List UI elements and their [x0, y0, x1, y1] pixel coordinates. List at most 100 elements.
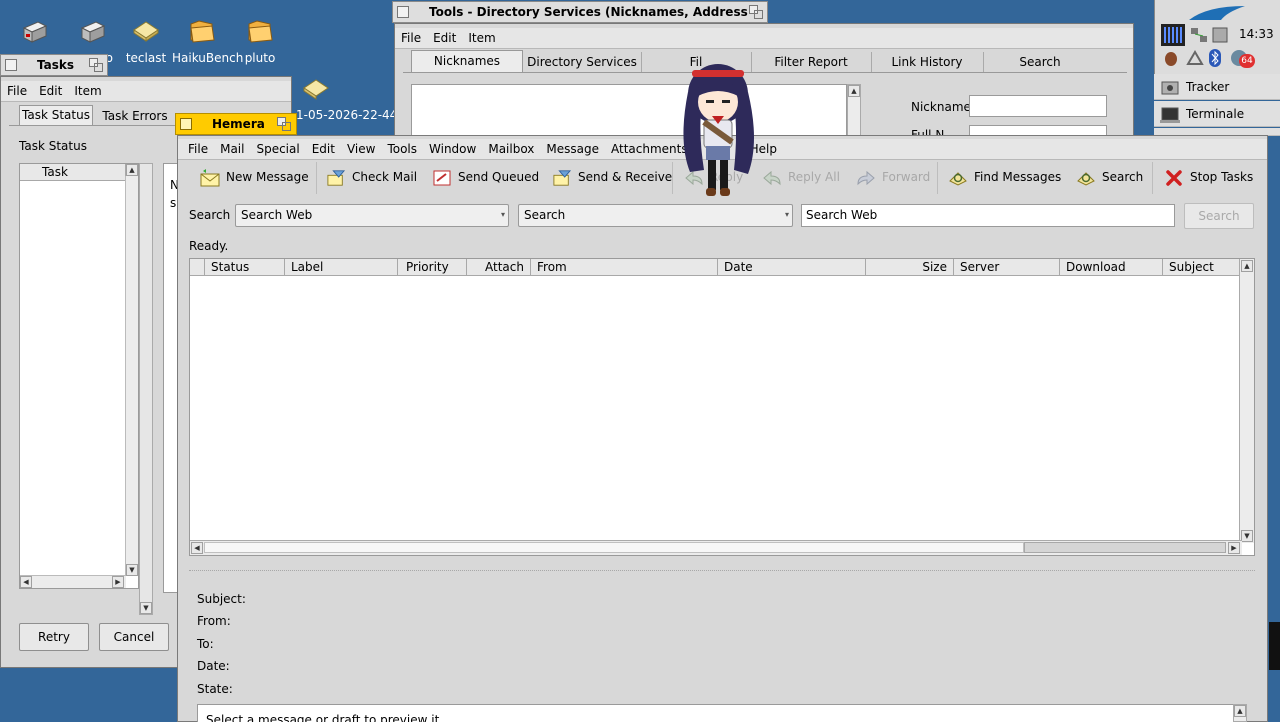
column-header-label[interactable]: Label	[285, 259, 398, 276]
menu-edit[interactable]: Edit	[33, 81, 68, 101]
scroll-down-icon[interactable]: ▼	[140, 602, 152, 614]
column-header-blank[interactable]	[190, 259, 205, 276]
desktop-icon-pluto[interactable]: pluto	[230, 18, 290, 65]
column-header-date[interactable]: Date	[718, 259, 866, 276]
menu-message[interactable]: Message	[540, 139, 605, 159]
retry-button[interactable]: Retry	[19, 623, 89, 651]
menu-mail[interactable]: Mail	[214, 139, 250, 159]
tab-task-errors[interactable]: Task Errors	[97, 107, 173, 125]
vertical-scrollbar[interactable]	[125, 176, 138, 576]
bug-icon[interactable]	[1161, 48, 1181, 68]
vertical-scrollbar[interactable]: ▼	[139, 163, 153, 615]
find-messages-button[interactable]: Find Messages	[948, 161, 1061, 193]
horizontal-scrollbar[interactable]	[20, 575, 126, 588]
mascot-replicant-icon[interactable]	[668, 52, 768, 212]
column-header-download[interactable]: Download	[1060, 259, 1163, 276]
preview-body[interactable]: Select a message or draft to preview it.	[197, 704, 1247, 722]
hemera-window-title-tab[interactable]: Hemera	[175, 113, 297, 135]
zoom-icon[interactable]	[277, 117, 291, 131]
wireless-icon[interactable]	[1185, 48, 1205, 68]
column-header-task[interactable]: Task	[20, 164, 126, 181]
scroll-right-icon[interactable]: ▶	[1228, 542, 1240, 554]
nickname-input[interactable]	[969, 95, 1107, 117]
send-queued-button[interactable]: Send Queued	[432, 161, 539, 193]
close-icon[interactable]	[397, 6, 409, 18]
menu-edit[interactable]: Edit	[427, 28, 462, 48]
column-header-attach[interactable]: Attach	[467, 259, 531, 276]
scrollbar-thumb[interactable]	[1024, 542, 1226, 553]
scroll-left-icon[interactable]: ◀	[20, 576, 32, 588]
close-icon[interactable]	[180, 118, 192, 130]
desktop-icon-disk[interactable]	[4, 18, 64, 51]
new-message-button[interactable]: New Message	[200, 161, 309, 193]
scroll-down-icon[interactable]: ▼	[126, 564, 138, 576]
desktop-icon-teclast[interactable]: teclast	[116, 18, 176, 65]
reply-all-button[interactable]: Reply All	[762, 161, 840, 193]
desktop-icon-screenshot[interactable]	[302, 76, 330, 105]
tab-task-status[interactable]: Task Status	[19, 105, 93, 125]
search-button[interactable]: Search	[1076, 161, 1143, 193]
horizontal-scrollbar[interactable]	[190, 540, 1242, 555]
directory-window-title-tab[interactable]: Tools - Directory Services (Nicknames, A…	[392, 1, 768, 39]
menu-file[interactable]: File	[1, 81, 33, 101]
menu-item[interactable]: Item	[68, 81, 107, 101]
column-header-subject[interactable]: Subject	[1163, 259, 1241, 276]
forward-button[interactable]: Forward	[856, 161, 930, 193]
menu-mailbox[interactable]: Mailbox	[482, 139, 540, 159]
tab-nicknames[interactable]: Nicknames	[411, 50, 523, 72]
disk-tray-icon[interactable]	[1211, 26, 1229, 44]
scroll-up-icon[interactable]: ▲	[126, 164, 138, 176]
bluetooth-icon[interactable]	[1207, 48, 1223, 68]
scroll-right-icon[interactable]: ▶	[112, 576, 124, 588]
check-mail-button[interactable]: Check Mail	[326, 161, 417, 193]
menu-window[interactable]: Window	[423, 139, 482, 159]
scroll-down-icon[interactable]: ▼	[1241, 530, 1253, 542]
send-receive-button[interactable]: Send & Receive	[552, 161, 672, 193]
close-icon[interactable]	[5, 59, 17, 71]
menu-view[interactable]: View	[341, 139, 381, 159]
menu-item[interactable]: Item	[462, 28, 501, 48]
preview-scrollbar[interactable]: ▲	[1233, 704, 1247, 722]
column-header-status[interactable]: Status	[205, 259, 285, 276]
stop-tasks-button[interactable]: Stop Tasks	[1164, 161, 1253, 193]
deskbar-item-tracker[interactable]: Tracker	[1154, 74, 1280, 100]
toolbar-separator	[1152, 162, 1153, 194]
scroll-up-icon[interactable]: ▲	[848, 85, 860, 97]
hard-disk-icon	[22, 21, 48, 43]
tab-link-history[interactable]: Link History	[871, 52, 984, 72]
tasks-window-title-tab[interactable]: Tasks	[0, 54, 108, 76]
deskbar-item-terminale[interactable]: Terminale	[1154, 101, 1280, 127]
column-header-size[interactable]: Size	[866, 259, 954, 276]
menu-edit[interactable]: Edit	[306, 139, 341, 159]
menu-file[interactable]: File	[178, 139, 214, 159]
network-icon[interactable]	[1189, 26, 1209, 44]
column-header-from[interactable]: From	[531, 259, 718, 276]
scroll-left-icon[interactable]: ◀	[191, 542, 203, 554]
menu-tools[interactable]: Tools	[381, 139, 423, 159]
tab-search[interactable]: Search	[983, 52, 1097, 72]
vertical-scrollbar[interactable]	[1239, 259, 1254, 543]
preview-subject-label: Subject:	[197, 592, 246, 606]
menu-file[interactable]: File	[395, 28, 427, 48]
search-submit-button[interactable]: Search	[1184, 203, 1254, 229]
pane-splitter[interactable]	[189, 570, 1255, 572]
desktop-icon-no[interactable]: no	[62, 18, 122, 65]
column-header-priority[interactable]: Priority	[398, 259, 467, 276]
search-scope-select[interactable]: Search Web ▾	[235, 204, 509, 227]
message-list[interactable]: Status Label Priority Attach From Date S…	[189, 258, 1255, 556]
zoom-icon[interactable]	[89, 58, 103, 72]
tab-directory-services[interactable]: Directory Services	[523, 52, 642, 72]
notification-icon[interactable]: 64	[1229, 48, 1255, 68]
desktop-icon-haikubench[interactable]: HaikuBench	[172, 18, 243, 65]
task-list[interactable]: Task ▲ ▼ ◀ ▶	[19, 163, 139, 589]
tab-filter-report[interactable]: Filter Report	[751, 52, 872, 72]
scroll-up-icon[interactable]: ▲	[1241, 260, 1253, 272]
cancel-button[interactable]: Cancel	[99, 623, 169, 651]
clock[interactable]: 14:33	[1239, 27, 1274, 41]
cpu-monitor-icon[interactable]	[1161, 24, 1185, 46]
menu-special[interactable]: Special	[250, 139, 305, 159]
zoom-icon[interactable]	[749, 5, 763, 19]
search-query-input[interactable]: Search Web	[801, 204, 1175, 227]
scroll-up-icon[interactable]: ▲	[1234, 705, 1246, 717]
column-header-server[interactable]: Server	[954, 259, 1060, 276]
